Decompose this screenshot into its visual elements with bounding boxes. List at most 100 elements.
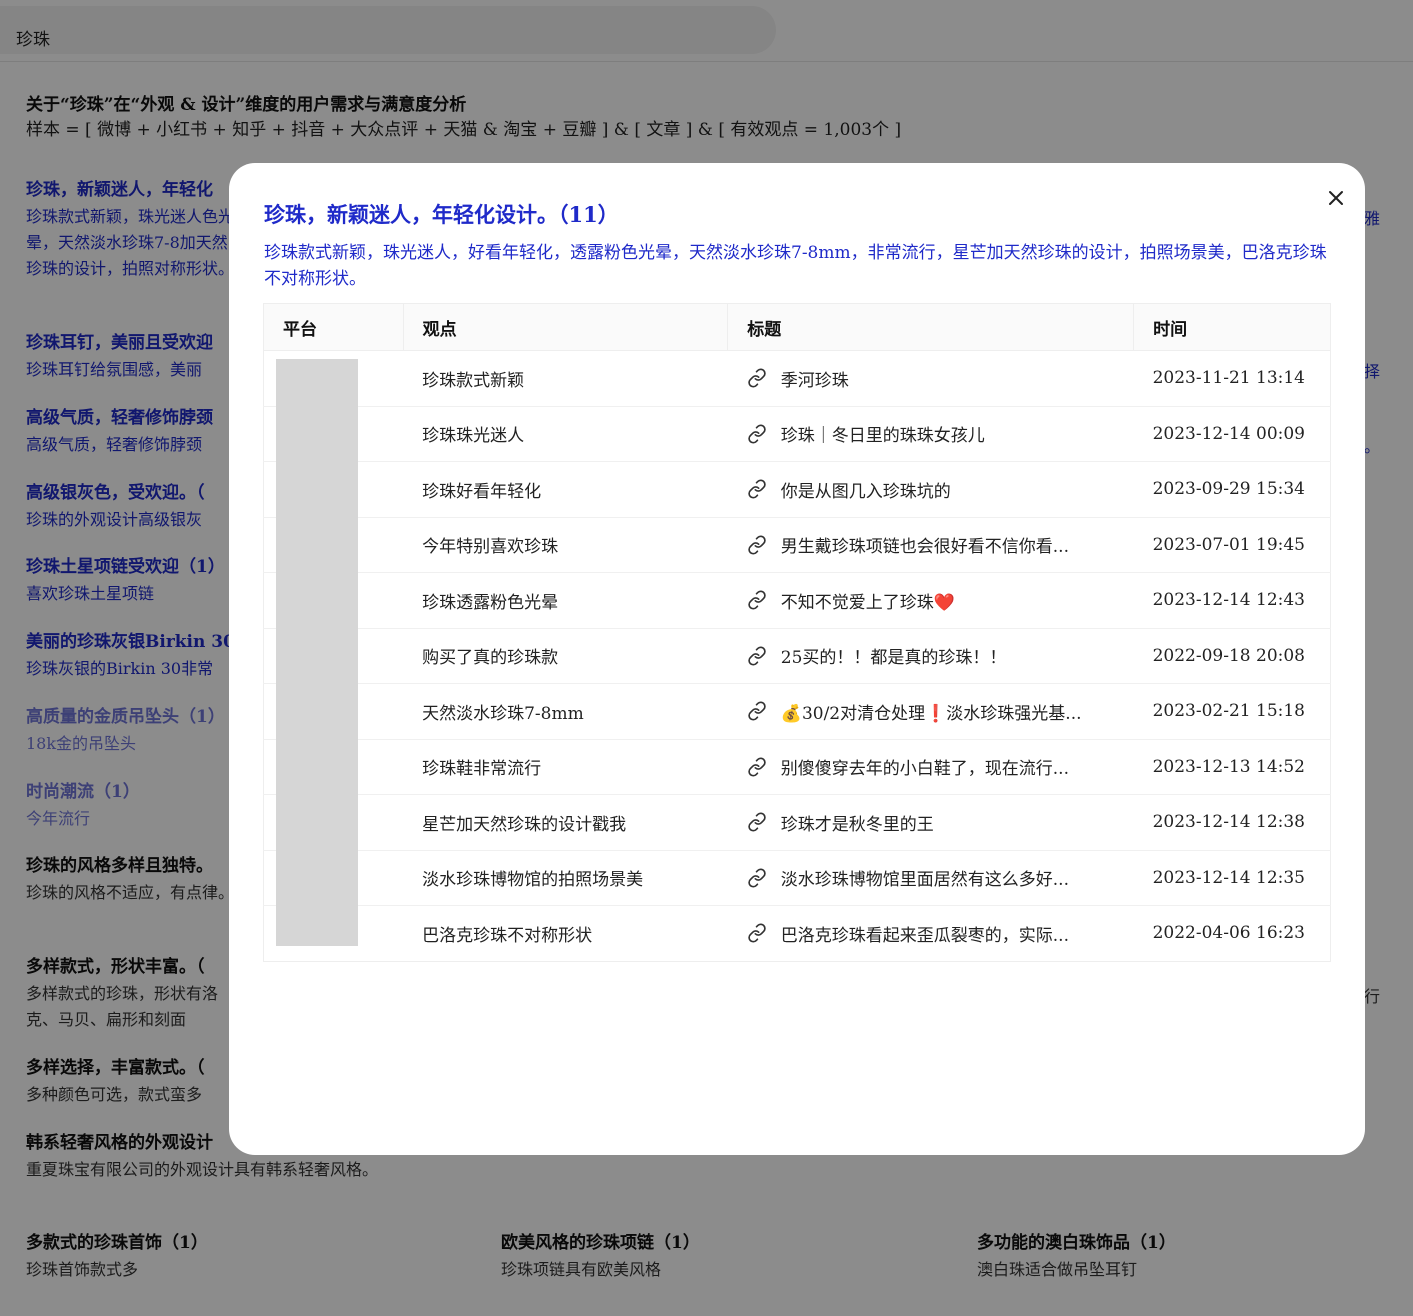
title-cell[interactable]: 珍珠才是秋冬里的王 (727, 794, 1134, 851)
title-cell[interactable]: 25买的！！都是真的珍珠！！ (727, 628, 1134, 684)
time-text: 2023-12-14 12:43 (1152, 590, 1305, 611)
title-link[interactable]: 别傻傻穿去年的小白鞋了，现在流行... (781, 754, 1069, 779)
close-icon[interactable] (1325, 187, 1347, 209)
time-cell: 2023-12-14 00:09 (1133, 406, 1331, 462)
title-link[interactable]: 你是从图几入珍珠坑的 (781, 477, 951, 502)
link-icon[interactable] (747, 868, 767, 888)
time-cell: 2023-12-14 12:38 (1133, 794, 1331, 851)
time-text: 2023-12-14 12:38 (1152, 812, 1305, 833)
title-cell[interactable]: 淡水珍珠博物馆里面居然有这么多好... (727, 850, 1134, 906)
table-row[interactable]: 今年特别喜欢珍珠 男生戴珍珠项链也会很好看不信你看... 2023-07-01 … (263, 517, 1331, 573)
title-link[interactable]: 不知不觉爱上了珍珠❤️ (781, 588, 955, 613)
time-cell: 2023-12-14 12:43 (1133, 572, 1331, 629)
time-cell: 2023-12-14 12:35 (1133, 850, 1331, 906)
time-cell: 2023-11-21 13:14 (1133, 350, 1331, 407)
view-cell: 天然淡水珍珠7-8mm (403, 683, 728, 740)
view-cell: 珍珠透露粉色光晕 (403, 572, 728, 629)
table-row[interactable]: 天然淡水珍珠7-8mm 💰30/2对清仓处理❗️淡水珍珠强光基... 2023-… (263, 683, 1331, 740)
title-link[interactable]: 珍珠才是秋冬里的王 (781, 810, 934, 835)
link-icon[interactable] (747, 535, 767, 555)
link-icon[interactable] (747, 424, 767, 444)
title-cell[interactable]: 季河珍珠 (727, 350, 1134, 407)
link-icon[interactable] (747, 368, 767, 388)
view-cell: 淡水珍珠博物馆的拍照场景美 (403, 850, 728, 906)
opinion-table: 平台 观点 标题 时间 珍珠款式新颖 季河珍珠 2023-11-21 13:14… (263, 303, 1331, 962)
time-cell: 2022-09-18 20:08 (1133, 628, 1331, 684)
view-text: 购买了真的珍珠款 (422, 648, 559, 669)
table-row[interactable]: 珍珠好看年轻化 你是从图几入珍珠坑的 2023-09-29 15:34 (263, 461, 1331, 518)
table-row[interactable]: 星芒加天然珍珠的设计戳我 珍珠才是秋冬里的王 2023-12-14 12:38 (263, 794, 1331, 851)
view-cell: 珍珠款式新颖 (403, 350, 728, 407)
link-icon[interactable] (747, 757, 767, 777)
time-text: 2023-02-21 15:18 (1152, 701, 1305, 722)
table-row[interactable]: 淡水珍珠博物馆的拍照场景美 淡水珍珠博物馆里面居然有这么多好... 2023-1… (263, 850, 1331, 906)
time-text: 2023-12-14 00:09 (1152, 423, 1305, 444)
time-text: 2023-07-01 19:45 (1152, 534, 1305, 555)
title-link[interactable]: 男生戴珍珠项链也会很好看不信你看... (781, 532, 1069, 557)
time-cell: 2023-07-01 19:45 (1133, 517, 1331, 573)
title-cell[interactable]: 不知不觉爱上了珍珠❤️ (727, 572, 1134, 629)
view-text: 天然淡水珍珠7-8mm (422, 703, 584, 724)
title-link[interactable]: 淡水珍珠博物馆里面居然有这么多好... (781, 865, 1069, 890)
platform-logo-placeholder (276, 359, 358, 946)
title-link[interactable]: 25买的！！都是真的珍珠！！ (781, 643, 1007, 668)
table-row[interactable]: 珍珠鞋非常流行 别傻傻穿去年的小白鞋了，现在流行... 2023-12-13 1… (263, 739, 1331, 795)
view-cell: 购买了真的珍珠款 (403, 628, 728, 684)
time-text: 2023-12-14 12:35 (1152, 867, 1305, 888)
view-cell: 珍珠珠光迷人 (403, 406, 728, 462)
table-row[interactable]: 珍珠款式新颖 季河珍珠 2023-11-21 13:14 (263, 350, 1331, 407)
time-cell: 2023-12-13 14:52 (1133, 739, 1331, 795)
time-text: 2023-09-29 15:34 (1152, 479, 1305, 500)
time-text: 2022-09-18 20:08 (1152, 645, 1305, 666)
link-icon[interactable] (747, 812, 767, 832)
title-link[interactable]: 季河珍珠 (781, 366, 849, 391)
view-text: 珍珠款式新颖 (422, 370, 525, 391)
title-link[interactable]: 巴洛克珍珠看起来歪瓜裂枣的，实际... (781, 921, 1069, 946)
modal-title: 珍珠，新颖迷人，年轻化设计。（11） (264, 202, 619, 227)
column-header-view: 观点 (403, 303, 729, 351)
title-cell[interactable]: 巴洛克珍珠看起来歪瓜裂枣的，实际... (728, 906, 1134, 962)
view-cell: 珍珠鞋非常流行 (403, 739, 728, 795)
modal-summary: 珍珠款式新颖，珠光迷人，好看年轻化，透露粉色光晕，天然淡水珍珠7-8mm，非常流… (264, 243, 1327, 289)
table-body: 珍珠款式新颖 季河珍珠 2023-11-21 13:14 珍珠珠光迷人 珍珠｜冬… (263, 350, 1331, 962)
view-text: 珍珠透露粉色光晕 (422, 592, 559, 613)
view-text: 珍珠珠光迷人 (422, 426, 525, 447)
view-cell: 今年特别喜欢珍珠 (403, 517, 728, 573)
table-header-row: 平台 观点 标题 时间 (263, 303, 1331, 351)
view-text: 星芒加天然珍珠的设计戳我 (422, 814, 627, 835)
time-cell: 2022-04-06 16:23 (1134, 906, 1331, 962)
title-cell[interactable]: 你是从图几入珍珠坑的 (727, 461, 1134, 518)
view-cell: 珍珠好看年轻化 (403, 461, 728, 518)
view-text: 今年特别喜欢珍珠 (422, 537, 559, 558)
time-text: 2022-04-06 16:23 (1152, 923, 1305, 944)
column-header-time: 时间 (1133, 303, 1331, 351)
time-cell: 2023-02-21 15:18 (1133, 683, 1331, 740)
link-icon[interactable] (747, 701, 767, 721)
view-cell: 星芒加天然珍珠的设计戳我 (403, 794, 728, 851)
view-cell: 巴洛克珍珠不对称形状 (403, 906, 728, 962)
table-row[interactable]: 珍珠珠光迷人 珍珠｜冬日里的珠珠女孩儿 2023-12-14 00:09 (263, 406, 1331, 462)
time-text: 2023-11-21 13:14 (1152, 368, 1305, 389)
table-row[interactable]: 购买了真的珍珠款 25买的！！都是真的珍珠！！ 2022-09-18 20:08 (263, 628, 1331, 684)
column-header-title: 标题 (727, 303, 1135, 351)
time-text: 2023-12-13 14:52 (1152, 756, 1305, 777)
title-cell[interactable]: 别傻傻穿去年的小白鞋了，现在流行... (727, 739, 1134, 795)
view-text: 珍珠好看年轻化 (422, 481, 542, 502)
table-row[interactable]: 巴洛克珍珠不对称形状 巴洛克珍珠看起来歪瓜裂枣的，实际... 2022-04-0… (264, 906, 1331, 962)
column-header-platform: 平台 (263, 303, 404, 351)
detail-modal: 珍珠，新颖迷人，年轻化设计。（11） 珍珠款式新颖，珠光迷人，好看年轻化，透露粉… (229, 163, 1365, 1155)
view-text: 巴洛克珍珠不对称形状 (422, 925, 593, 946)
title-cell[interactable]: 💰30/2对清仓处理❗️淡水珍珠强光基... (727, 683, 1134, 740)
link-icon[interactable] (747, 479, 767, 499)
title-cell[interactable]: 珍珠｜冬日里的珠珠女孩儿 (727, 406, 1134, 462)
time-cell: 2023-09-29 15:34 (1133, 461, 1331, 518)
link-icon[interactable] (747, 923, 767, 943)
title-link[interactable]: 珍珠｜冬日里的珠珠女孩儿 (781, 421, 985, 446)
table-row[interactable]: 珍珠透露粉色光晕 不知不觉爱上了珍珠❤️ 2023-12-14 12:43 (263, 572, 1331, 629)
link-icon[interactable] (747, 646, 767, 666)
title-cell[interactable]: 男生戴珍珠项链也会很好看不信你看... (727, 517, 1134, 573)
link-icon[interactable] (747, 590, 767, 610)
view-text: 珍珠鞋非常流行 (422, 759, 542, 780)
title-link[interactable]: 💰30/2对清仓处理❗️淡水珍珠强光基... (781, 699, 1082, 724)
view-text: 淡水珍珠博物馆的拍照场景美 (422, 870, 644, 891)
